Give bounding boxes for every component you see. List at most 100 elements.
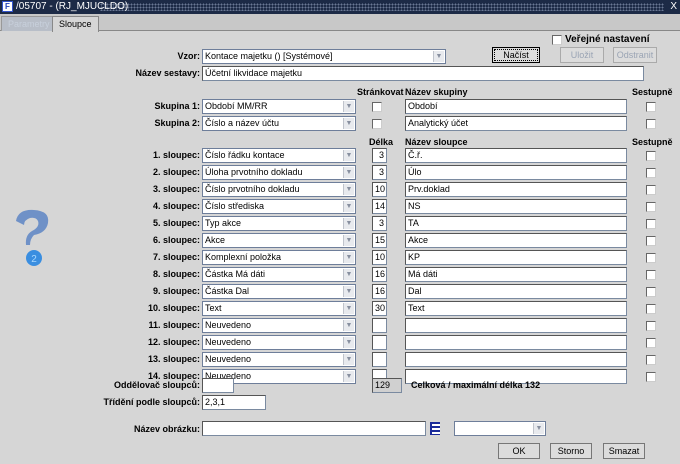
column-10-descending-checkbox[interactable] <box>646 304 656 314</box>
report-name-input[interactable]: Účetní likvidace majetku <box>202 66 644 81</box>
column-6-length-input[interactable]: 15 <box>372 233 387 248</box>
cancel-button[interactable]: Storno <box>550 443 592 459</box>
column-1-length-input[interactable]: 3 <box>372 148 387 163</box>
group-2-name-input[interactable]: Analytický účet <box>405 116 627 131</box>
column-5-select[interactable]: Typ akce ▼ <box>202 216 356 231</box>
image-select[interactable]: ▼ <box>454 421 546 436</box>
column-8-select[interactable]: Částka Má dáti ▼ <box>202 267 356 282</box>
chevron-down-icon: ▼ <box>343 286 354 297</box>
column-11-name-input[interactable] <box>405 318 627 333</box>
column-2-descending-checkbox[interactable] <box>646 168 656 178</box>
public-checkbox[interactable] <box>552 35 562 45</box>
separator-input[interactable] <box>202 378 234 393</box>
column-3-name-input[interactable]: Prv.doklad <box>405 182 627 197</box>
delete-button[interactable]: Odstranit <box>613 47 657 63</box>
column-4-length-input[interactable]: 14 <box>372 199 387 214</box>
chevron-down-icon: ▼ <box>343 150 354 161</box>
column-5-name-input[interactable]: TA <box>405 216 627 231</box>
column-1-descending-checkbox[interactable] <box>646 151 656 161</box>
group-1-descending-checkbox[interactable] <box>646 102 656 112</box>
ok-button[interactable]: OK <box>498 443 540 459</box>
select-value: Komplexní položka <box>205 252 282 262</box>
column-10-length-input[interactable]: 30 <box>372 301 387 316</box>
group-1-label: Skupina 1: <box>154 101 200 111</box>
column-14-descending-checkbox[interactable] <box>646 372 656 382</box>
column-12-name-input[interactable] <box>405 335 627 350</box>
column-10-select[interactable]: Text ▼ <box>202 301 356 316</box>
column-2-select[interactable]: Úloha prvotního dokladu ▼ <box>202 165 356 180</box>
app-logo-icon: F <box>2 1 13 12</box>
image-name-input[interactable] <box>202 421 426 436</box>
chevron-down-icon: ▼ <box>343 354 354 365</box>
column-7-select[interactable]: Komplexní položka ▼ <box>202 250 356 265</box>
column-9-name-input[interactable]: Dal <box>405 284 627 299</box>
column-6-name-input[interactable]: Akce <box>405 233 627 248</box>
tab-parametry[interactable]: Parametry <box>1 16 57 31</box>
load-button[interactable]: Načíst <box>492 47 540 63</box>
vzor-label: Vzor: <box>177 51 201 61</box>
close-icon[interactable]: X <box>670 0 677 14</box>
column-11-length-input[interactable] <box>372 318 387 333</box>
column-6-descending-checkbox[interactable] <box>646 236 656 246</box>
group-1-name-input[interactable]: Období <box>405 99 627 114</box>
column-13-length-input[interactable] <box>372 352 387 367</box>
image-name-label: Název obrázku: <box>133 424 200 434</box>
select-value: Neuvedeno <box>205 320 252 330</box>
column-13-descending-checkbox[interactable] <box>646 355 656 365</box>
group-2-select[interactable]: Číslo a název účtu ▼ <box>202 116 356 131</box>
question-mark-icon: 2 <box>10 205 50 270</box>
column-13-name-input[interactable] <box>405 352 627 367</box>
select-value: Neuvedeno <box>205 337 252 347</box>
column-3-label: 3. sloupec: <box>152 184 200 194</box>
clear-button[interactable]: Smazat <box>603 443 645 459</box>
column-6-select[interactable]: Akce ▼ <box>202 233 356 248</box>
sort-input[interactable]: 2,3,1 <box>202 395 266 410</box>
select-value: Typ akce <box>205 218 242 228</box>
group-1-select[interactable]: Období MM/RR ▼ <box>202 99 356 114</box>
group-2-paginate-checkbox[interactable] <box>372 119 382 129</box>
column-4-name-input[interactable]: NS <box>405 199 627 214</box>
column-7-name-input[interactable]: KP <box>405 250 627 265</box>
column-5-length-input[interactable]: 3 <box>372 216 387 231</box>
column-12-descending-checkbox[interactable] <box>646 338 656 348</box>
tab-sloupce[interactable]: Sloupce <box>52 16 99 32</box>
column-13-select[interactable]: Neuvedeno ▼ <box>202 352 356 367</box>
column-1-name-input[interactable]: Č.ř. <box>405 148 627 163</box>
column-11-descending-checkbox[interactable] <box>646 321 656 331</box>
column-9-select[interactable]: Částka Dal ▼ <box>202 284 356 299</box>
column-3-length-input[interactable]: 10 <box>372 182 387 197</box>
column-9-descending-checkbox[interactable] <box>646 287 656 297</box>
column-3-descending-checkbox[interactable] <box>646 185 656 195</box>
column-11-select[interactable]: Neuvedeno ▼ <box>202 318 356 333</box>
group-2-descending-checkbox[interactable] <box>646 119 656 129</box>
column-9-length-input[interactable]: 16 <box>372 284 387 299</box>
chevron-down-icon: ▼ <box>343 201 354 212</box>
column-1-select[interactable]: Číslo řádku kontace ▼ <box>202 148 356 163</box>
column-4-descending-checkbox[interactable] <box>646 202 656 212</box>
column-2-length-input[interactable]: 3 <box>372 165 387 180</box>
select-value: Neuvedeno <box>205 354 252 364</box>
chevron-down-icon: ▼ <box>343 184 354 195</box>
column-8-name-input[interactable]: Má dáti <box>405 267 627 282</box>
chevron-down-icon: ▼ <box>343 101 354 112</box>
column-3-select[interactable]: Číslo prvotního dokladu ▼ <box>202 182 356 197</box>
column-2-name-input[interactable]: Úlo <box>405 165 627 180</box>
column-12-length-input[interactable] <box>372 335 387 350</box>
column-8-length-input[interactable]: 16 <box>372 267 387 282</box>
column-12-select[interactable]: Neuvedeno ▼ <box>202 335 356 350</box>
save-button[interactable]: Uložit <box>560 47 604 63</box>
column-5-descending-checkbox[interactable] <box>646 219 656 229</box>
group-name-header: Název skupiny <box>405 87 468 97</box>
list-icon[interactable] <box>430 422 440 435</box>
group-1-paginate-checkbox[interactable] <box>372 102 382 112</box>
column-7-descending-checkbox[interactable] <box>646 253 656 263</box>
column-name-header: Název sloupce <box>405 137 468 147</box>
column-4-select[interactable]: Číslo střediska ▼ <box>202 199 356 214</box>
vzor-select[interactable]: Kontace majetku () [Systémové] ▼ <box>202 49 446 64</box>
column-8-descending-checkbox[interactable] <box>646 270 656 280</box>
chevron-down-icon: ▼ <box>343 303 354 314</box>
column-9-label: 9. sloupec: <box>152 286 200 296</box>
column-7-length-input[interactable]: 10 <box>372 250 387 265</box>
column-10-name-input[interactable]: Text <box>405 301 627 316</box>
column-12-label: 12. sloupec: <box>147 337 200 347</box>
